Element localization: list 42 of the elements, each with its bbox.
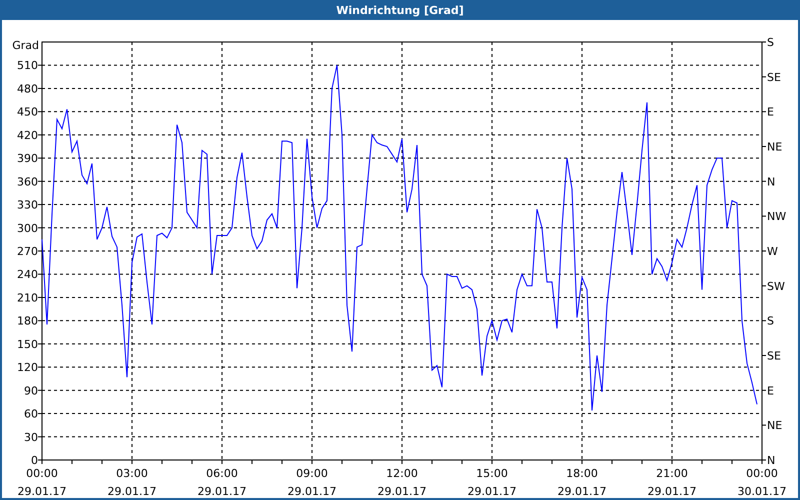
- tick-label: 12:00 29.01.17: [378, 467, 426, 498]
- window-title: Windrichtung [Grad]: [336, 4, 464, 16]
- tick-label: 21:00 29.01.17: [648, 467, 696, 498]
- tick-label: 330: [17, 198, 38, 212]
- tick-label: NW: [767, 210, 786, 224]
- tick-label: 180: [17, 314, 38, 328]
- tick-label: SE: [767, 70, 781, 84]
- tick-label: SE: [767, 350, 781, 362]
- tick-label: 480: [17, 82, 38, 96]
- tick-label: 120: [17, 361, 38, 374]
- tick-label: 00:00 29.01.17: [18, 467, 66, 498]
- tick-label: 270: [17, 245, 38, 258]
- tick-label: 60: [24, 408, 38, 421]
- tick-label: 420: [17, 128, 38, 142]
- tick-label: W: [767, 245, 778, 258]
- axis-title: Grad: [12, 39, 39, 52]
- tick-label: 450: [17, 106, 38, 119]
- tick-label: 390: [17, 152, 38, 166]
- tick-label: SW: [767, 280, 785, 293]
- tick-label: S: [767, 36, 774, 49]
- tick-label: 150: [17, 338, 38, 351]
- tick-label: S: [767, 314, 774, 328]
- tick-label: 06:00 29.01.17: [198, 467, 246, 498]
- tick-label: N: [767, 454, 776, 467]
- tick-label: 240: [17, 268, 38, 282]
- tick-label: 30: [24, 430, 38, 444]
- tick-label: 300: [17, 222, 38, 235]
- tick-label: E: [767, 384, 774, 398]
- tick-label: 18:00 29.01.17: [558, 467, 606, 498]
- tick-label: 0: [31, 454, 38, 467]
- tick-label: 90: [24, 384, 38, 398]
- tick-label: E: [767, 106, 774, 119]
- tick-label: NE: [767, 140, 782, 154]
- tick-label: NE: [767, 419, 782, 432]
- tick-label: 360: [17, 175, 38, 188]
- tick-label: 03:00 29.01.17: [108, 467, 156, 498]
- tick-label: 00:00 30.01.17: [738, 467, 786, 498]
- tick-label: N: [767, 175, 776, 188]
- tick-label: 210: [17, 291, 38, 304]
- tick-label: 510: [17, 59, 38, 72]
- tick-label: 15:00 29.01.17: [468, 467, 516, 498]
- tick-label: 09:00 29.01.17: [288, 467, 336, 498]
